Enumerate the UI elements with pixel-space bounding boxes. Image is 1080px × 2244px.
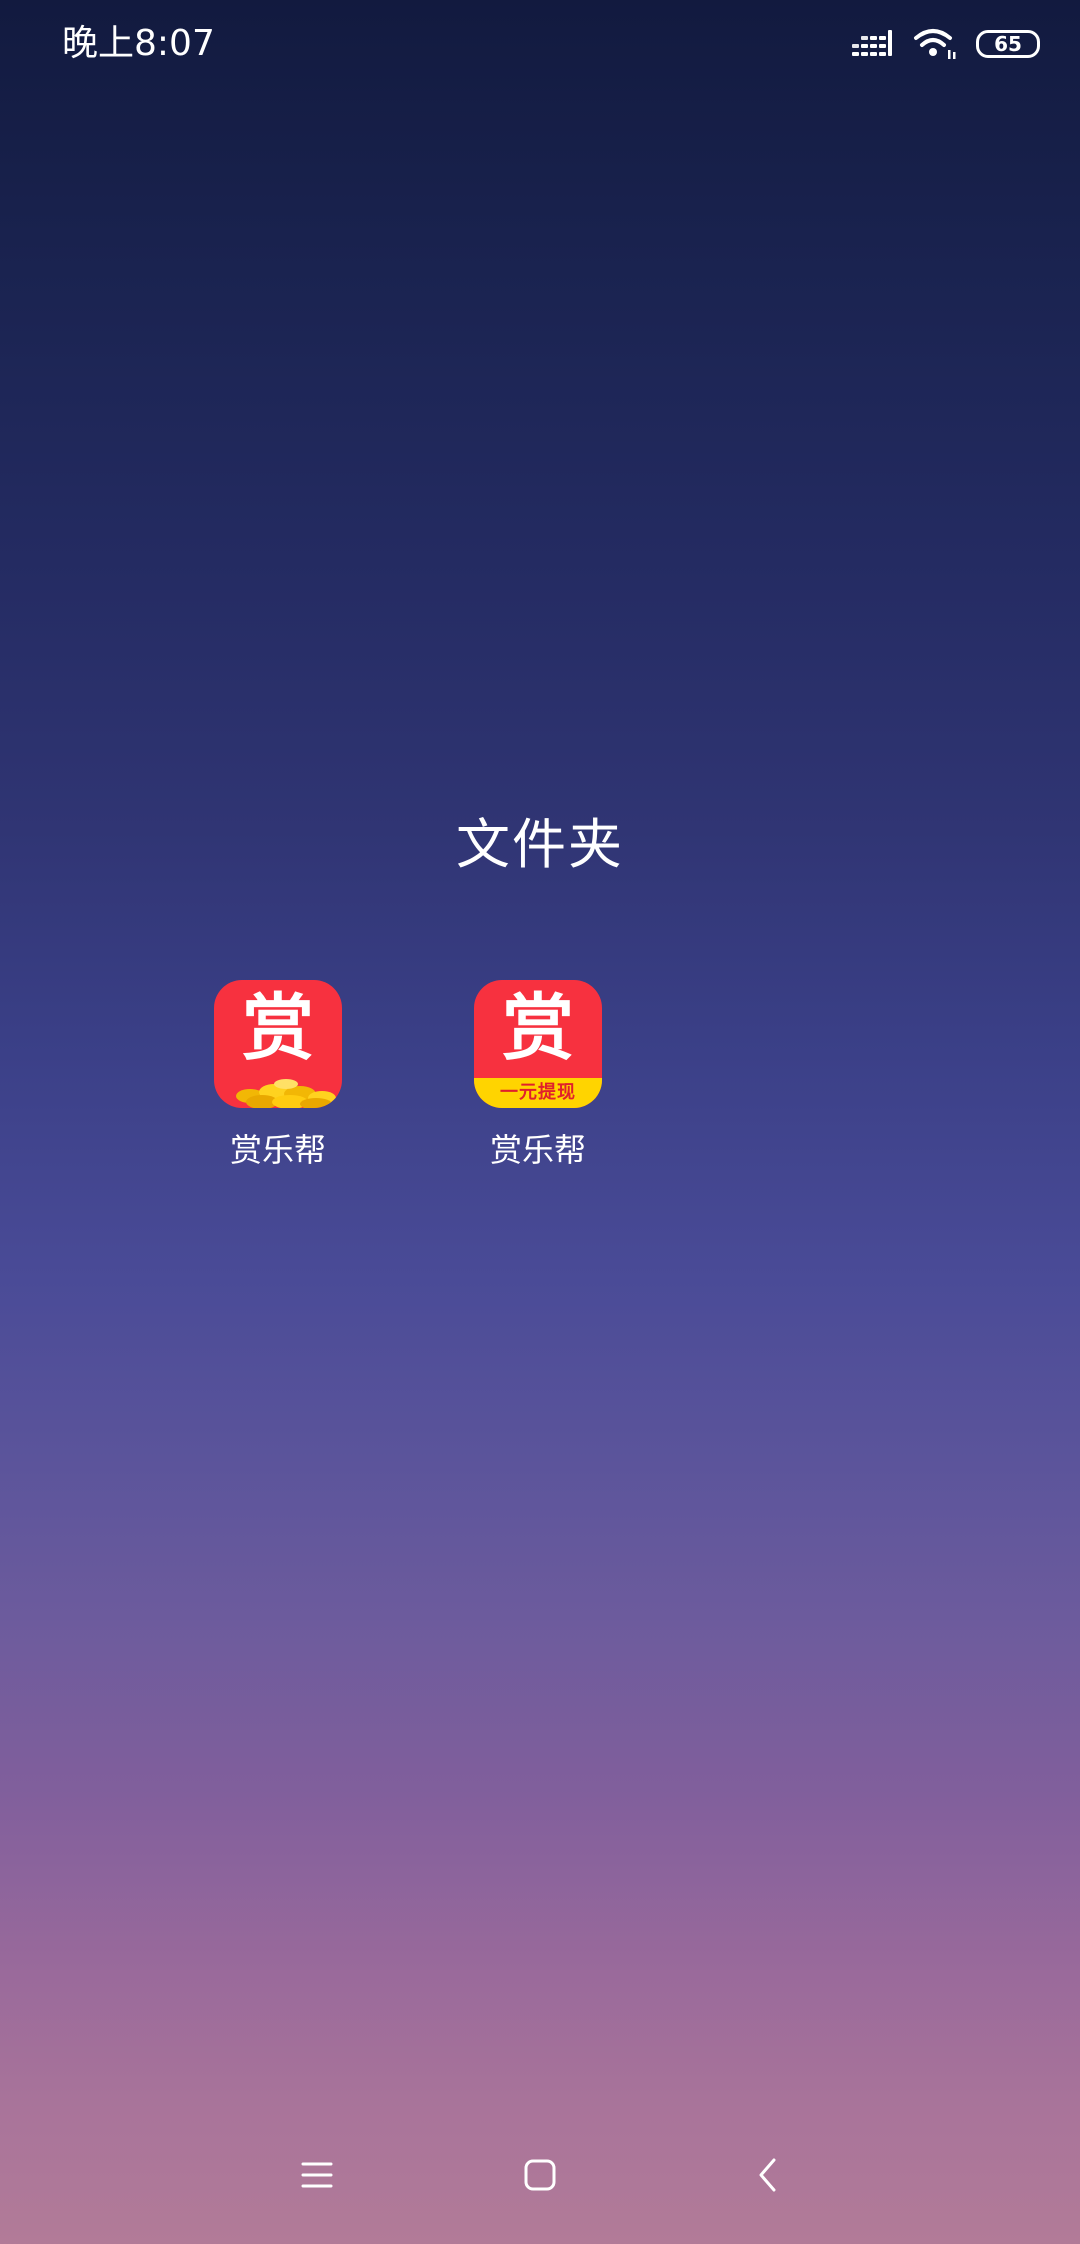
gold-coins-icon: [236, 1079, 336, 1108]
status-icons: 65: [850, 24, 1040, 64]
wifi-icon: [914, 29, 956, 59]
folder-title[interactable]: 文件夹: [0, 810, 1080, 880]
app-icon-glyph: 赏: [241, 986, 314, 1070]
app-shanglebang-2[interactable]: 赏 一元提现 赏乐帮: [438, 980, 638, 1170]
app-label: 赏乐帮: [229, 1131, 326, 1169]
app-label: 赏乐帮: [489, 1131, 586, 1169]
back-icon: [759, 2158, 776, 2192]
back-button[interactable]: [733, 2140, 803, 2210]
battery-icon: 65: [976, 30, 1040, 58]
app-icon-banner: 一元提现: [474, 1078, 602, 1108]
app-icon-glyph: 赏: [501, 986, 574, 1070]
status-time: 晚上8:07: [62, 23, 215, 64]
app-icon[interactable]: 赏: [214, 980, 342, 1108]
home-button[interactable]: [505, 2140, 575, 2210]
menu-icon: [301, 2162, 333, 2188]
navigation-bar: [0, 2130, 1080, 2220]
battery-level: 65: [994, 32, 1022, 56]
app-icon[interactable]: 赏 一元提现: [474, 980, 602, 1108]
home-icon: [524, 2159, 556, 2191]
signal-icon: [852, 30, 892, 56]
status-bar: 晚上8:07 65: [0, 0, 1080, 90]
app-shanglebang-1[interactable]: 赏 赏乐帮: [178, 980, 378, 1170]
menu-button[interactable]: [282, 2140, 352, 2210]
banner-text: 一元提现: [500, 1082, 576, 1103]
